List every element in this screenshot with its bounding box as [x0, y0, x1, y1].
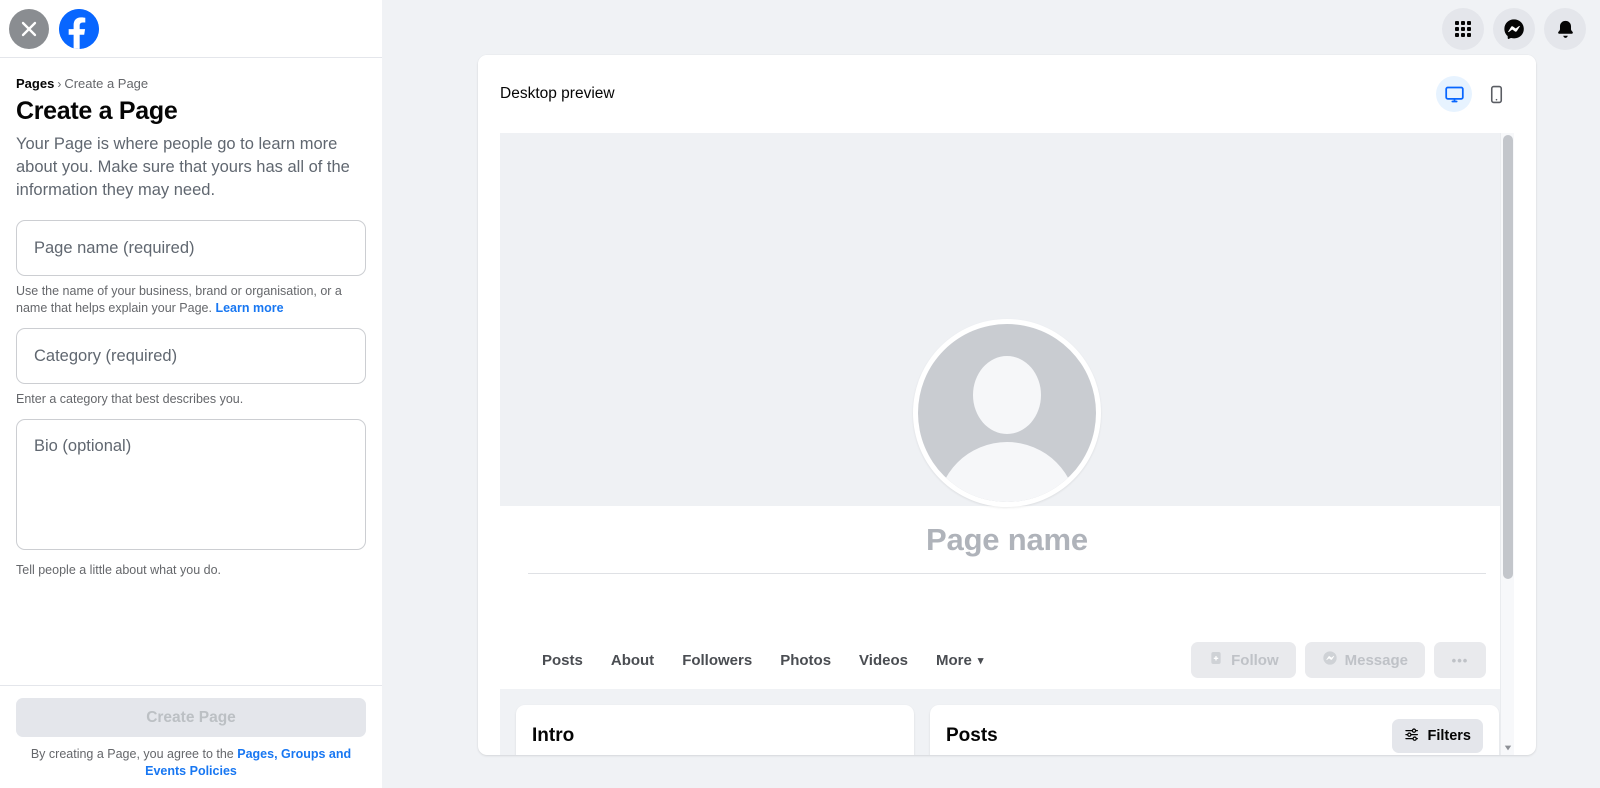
tab-about-label: About: [610, 651, 655, 669]
tab-more[interactable]: More ▾: [922, 643, 997, 678]
bell-icon[interactable]: [1544, 8, 1586, 50]
bio-help: Tell people a little about what you do.: [16, 563, 221, 577]
follow-button[interactable]: Follow: [1191, 642, 1296, 678]
filter-sliders-icon: [1404, 726, 1420, 746]
page-title: Create a Page: [16, 97, 178, 125]
learn-more-link[interactable]: Learn more: [215, 301, 283, 315]
page-description: Your Page is where people go to learn mo…: [16, 135, 350, 199]
preview-title: Desktop preview: [500, 85, 615, 102]
page-name-help-text: Use the name of your business, brand or …: [16, 284, 342, 315]
category-input[interactable]: [16, 328, 366, 384]
tab-followers[interactable]: Followers: [668, 643, 766, 678]
sidebar-footer: Create Page By creating a Page, you agre…: [0, 685, 382, 788]
messenger-icon[interactable]: [1493, 8, 1535, 50]
more-options-button[interactable]: •••: [1434, 642, 1486, 678]
tab-videos-label: Videos: [859, 651, 908, 669]
scroll-down-arrow-icon[interactable]: [1501, 741, 1514, 755]
tab-posts[interactable]: Posts: [528, 643, 597, 678]
facebook-logo-icon[interactable]: [59, 8, 99, 49]
close-icon[interactable]: [9, 8, 49, 49]
tab-photos[interactable]: Photos: [766, 643, 845, 678]
filters-button[interactable]: Filters: [1392, 719, 1483, 753]
create-page-button[interactable]: Create Page: [16, 698, 366, 737]
bio-textarea[interactable]: [16, 419, 366, 550]
legal-prefix: By creating a Page, you agree to the: [30, 747, 238, 761]
page-name-help: Use the name of your business, brand or …: [16, 283, 366, 317]
nav-divider: [528, 573, 1486, 574]
breadcrumb: Pages › Create a Page: [16, 76, 366, 92]
desktop-preview-card: Desktop preview Page name Posts About Fo…: [478, 55, 1536, 755]
page-name-input[interactable]: [16, 220, 366, 276]
follow-button-label: Follow: [1231, 651, 1279, 669]
profile-nav-row: Posts About Followers Photos Videos More…: [500, 631, 1514, 689]
preview-area: Desktop preview Page name Posts About Fo…: [382, 0, 1600, 788]
scrollbar-thumb[interactable]: [1503, 135, 1513, 579]
create-page-sidebar: Pages › Create a Page Create a Page Your P…: [0, 0, 382, 788]
person-add-icon: [1208, 650, 1224, 670]
preview-page-name: Page name: [926, 522, 1088, 557]
mobile-preview-icon[interactable]: [1478, 76, 1514, 112]
message-button[interactable]: Message: [1304, 642, 1425, 678]
ellipsis-icon: •••: [1451, 652, 1469, 668]
message-button-label: Message: [1344, 651, 1408, 669]
breadcrumb-current: Create a Page: [64, 76, 149, 91]
device-toggle: [1436, 76, 1514, 112]
category-help: Enter a category that best describes you…: [16, 392, 244, 406]
topbar-icons: [1442, 8, 1586, 50]
breadcrumb-pages-link[interactable]: Pages: [16, 76, 54, 91]
tab-videos[interactable]: Videos: [845, 643, 922, 678]
profile-header: Page name: [500, 319, 1514, 631]
tab-followers-label: Followers: [682, 651, 753, 669]
posts-card-title: Posts: [946, 725, 998, 746]
tab-photos-label: Photos: [780, 651, 832, 669]
feed-cards-row: Intro Posts Filters: [500, 689, 1514, 755]
preview-scrollbar[interactable]: [1500, 133, 1514, 755]
desktop-preview-icon[interactable]: [1436, 76, 1472, 112]
create-page-screen: Pages › Create a Page Create a Page Your P…: [0, 0, 1600, 788]
posts-card: Posts Filters: [930, 705, 1499, 755]
breadcrumb-separator: ›: [57, 77, 62, 91]
intro-card: Intro: [516, 705, 914, 755]
filters-button-label: Filters: [1427, 728, 1471, 744]
chevron-down-icon: ▾: [977, 654, 984, 667]
sidebar-header: [0, 0, 382, 58]
tab-more-label: More: [935, 651, 972, 669]
intro-card-title: Intro: [532, 725, 575, 746]
preview-viewport: Page name Posts About Followers Photos V…: [500, 133, 1514, 755]
tab-posts-label: Posts: [542, 651, 583, 669]
preview-header: Desktop preview: [478, 55, 1536, 133]
legal-disclaimer: By creating a Page, you agree to the Pag…: [16, 746, 366, 780]
default-avatar-icon: [913, 319, 1101, 507]
tab-about[interactable]: About: [597, 643, 668, 678]
sidebar-content: Pages › Create a Page Create a Page Your P…: [0, 58, 382, 685]
messenger-icon: [1322, 650, 1338, 670]
apps-grid-icon[interactable]: [1442, 8, 1484, 50]
